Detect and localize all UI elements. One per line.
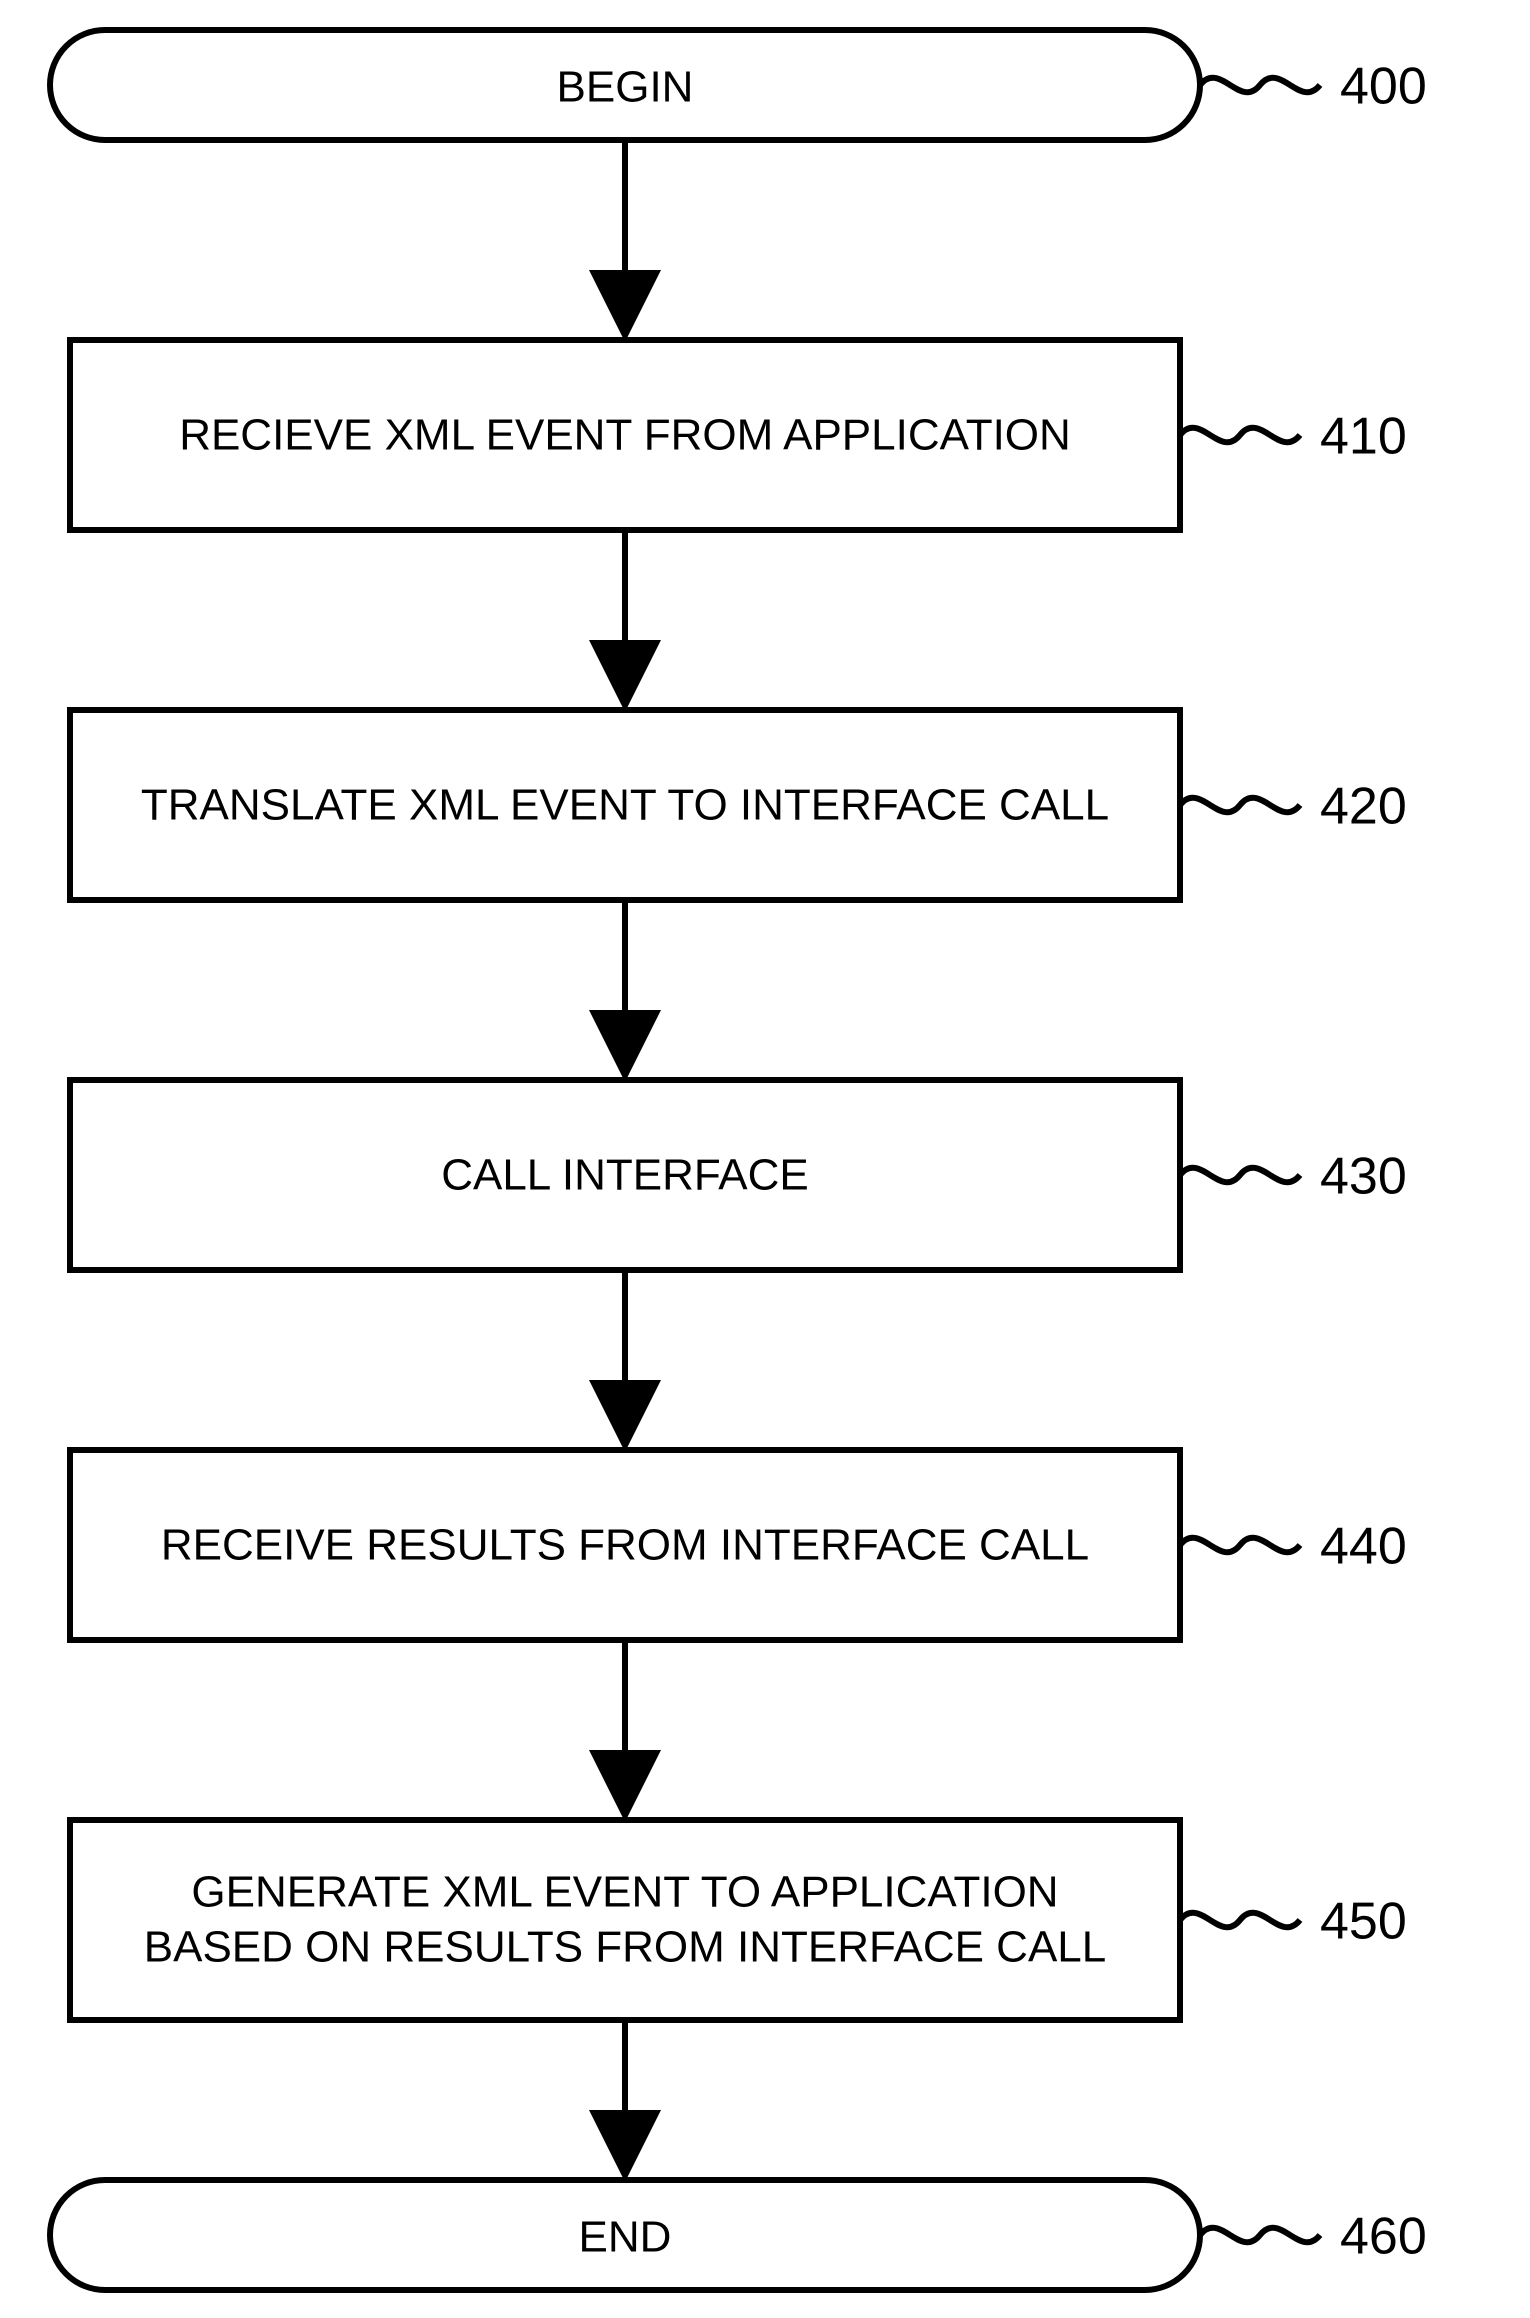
callout-squiggle [1180, 1913, 1300, 1927]
begin-label: 400 [1340, 58, 1427, 116]
step3-node: CALL INTERFACE [70, 1080, 1180, 1270]
step4-label: 440 [1320, 1518, 1407, 1576]
begin-node: BEGIN [50, 30, 1200, 140]
callout-squiggle [1200, 2228, 1320, 2242]
step4-node: RECEIVE RESULTS FROM INTERFACE CALL [70, 1450, 1180, 1640]
flowchart: BEGIN 400 RECIEVE XML EVENT FROM APPLICA… [0, 0, 1530, 2318]
step1-node: RECIEVE XML EVENT FROM APPLICATION [70, 340, 1180, 530]
step3-label: 430 [1320, 1148, 1407, 1206]
callout-squiggle [1180, 1538, 1300, 1552]
callout-squiggle [1180, 428, 1300, 442]
step2-node: TRANSLATE XML EVENT TO INTERFACE CALL [70, 710, 1180, 900]
step5-node: GENERATE XML EVENT TO APPLICATION BASED … [70, 1820, 1180, 2020]
step4-text: RECEIVE RESULTS FROM INTERFACE CALL [161, 1521, 1089, 1570]
step5-line2: BASED ON RESULTS FROM INTERFACE CALL [144, 1923, 1106, 1972]
callout-squiggle [1180, 1168, 1300, 1182]
step2-label: 420 [1320, 778, 1407, 836]
callout-squiggle [1200, 78, 1320, 92]
end-label: 460 [1340, 2208, 1427, 2266]
step1-label: 410 [1320, 408, 1407, 466]
callout-squiggle [1180, 798, 1300, 812]
step2-text: TRANSLATE XML EVENT TO INTERFACE CALL [141, 781, 1109, 830]
end-node: END [50, 2180, 1200, 2290]
step5-line1: GENERATE XML EVENT TO APPLICATION [191, 1868, 1058, 1917]
step1-text: RECIEVE XML EVENT FROM APPLICATION [179, 411, 1071, 460]
end-text: END [579, 2213, 672, 2262]
begin-text: BEGIN [557, 63, 694, 112]
step3-text: CALL INTERFACE [441, 1151, 809, 1200]
step5-label: 450 [1320, 1893, 1407, 1951]
